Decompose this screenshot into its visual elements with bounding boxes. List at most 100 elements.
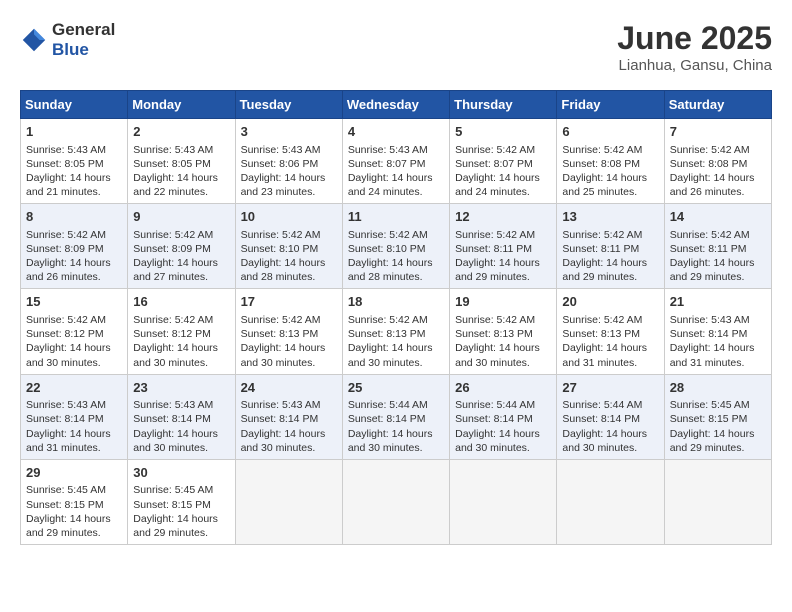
day-number: 18 [348,293,444,311]
table-row: 3Sunrise: 5:43 AMSunset: 8:06 PMDaylight… [235,119,342,204]
day-number: 16 [133,293,229,311]
sunset-text: Sunset: 8:09 PM [26,243,104,255]
table-row [557,459,664,544]
logo: General Blue [20,20,115,60]
daylight-minutes: and 29 minutes. [133,527,208,539]
table-row: 27Sunrise: 5:44 AMSunset: 8:14 PMDayligh… [557,374,664,459]
day-number: 19 [455,293,551,311]
daylight-label: Daylight: 14 hours [348,172,433,184]
logo-blue: Blue [52,40,89,59]
daylight-label: Daylight: 14 hours [26,257,111,269]
day-number: 2 [133,123,229,141]
location-title: Lianhua, Gansu, China [617,57,772,74]
sunrise-text: Sunrise: 5:44 AM [455,399,535,411]
table-row: 28Sunrise: 5:45 AMSunset: 8:15 PMDayligh… [664,374,771,459]
daylight-label: Daylight: 14 hours [133,257,218,269]
table-row: 26Sunrise: 5:44 AMSunset: 8:14 PMDayligh… [450,374,557,459]
daylight-minutes: and 28 minutes. [348,271,423,283]
daylight-minutes: and 21 minutes. [26,186,101,198]
sunset-text: Sunset: 8:11 PM [562,243,639,255]
day-number: 26 [455,379,551,397]
sunset-text: Sunset: 8:13 PM [562,328,640,340]
sunrise-text: Sunrise: 5:42 AM [455,144,535,156]
daylight-label: Daylight: 14 hours [455,257,540,269]
daylight-minutes: and 31 minutes. [562,357,637,369]
daylight-label: Daylight: 14 hours [26,172,111,184]
sunrise-text: Sunrise: 5:42 AM [133,314,213,326]
daylight-minutes: and 30 minutes. [455,357,530,369]
daylight-label: Daylight: 14 hours [670,342,755,354]
daylight-minutes: and 22 minutes. [133,186,208,198]
table-row: 22Sunrise: 5:43 AMSunset: 8:14 PMDayligh… [21,374,128,459]
table-row: 25Sunrise: 5:44 AMSunset: 8:14 PMDayligh… [342,374,449,459]
daylight-minutes: and 25 minutes. [562,186,637,198]
daylight-label: Daylight: 14 hours [670,172,755,184]
sunset-text: Sunset: 8:15 PM [26,499,104,511]
sunset-text: Sunset: 8:08 PM [670,158,748,170]
day-number: 11 [348,208,444,226]
daylight-label: Daylight: 14 hours [241,342,326,354]
daylight-label: Daylight: 14 hours [133,513,218,525]
day-number: 7 [670,123,766,141]
daylight-minutes: and 27 minutes. [133,271,208,283]
table-row: 2Sunrise: 5:43 AMSunset: 8:05 PMDaylight… [128,119,235,204]
table-row: 6Sunrise: 5:42 AMSunset: 8:08 PMDaylight… [557,119,664,204]
sunrise-text: Sunrise: 5:43 AM [26,144,106,156]
daylight-label: Daylight: 14 hours [348,257,433,269]
page-header: General Blue June 2025 Lianhua, Gansu, C… [20,20,772,74]
daylight-minutes: and 26 minutes. [670,186,745,198]
table-row: 12Sunrise: 5:42 AMSunset: 8:11 PMDayligh… [450,204,557,289]
daylight-minutes: and 30 minutes. [348,442,423,454]
daylight-minutes: and 30 minutes. [241,442,316,454]
title-block: June 2025 Lianhua, Gansu, China [617,20,772,74]
calendar-header-row: Sunday Monday Tuesday Wednesday Thursday… [21,91,772,119]
sunset-text: Sunset: 8:14 PM [455,413,533,425]
sunrise-text: Sunrise: 5:45 AM [26,484,106,496]
sunrise-text: Sunrise: 5:43 AM [348,144,428,156]
sunset-text: Sunset: 8:15 PM [670,413,748,425]
table-row: 19Sunrise: 5:42 AMSunset: 8:13 PMDayligh… [450,289,557,374]
sunrise-text: Sunrise: 5:43 AM [26,399,106,411]
sunrise-text: Sunrise: 5:42 AM [670,229,750,241]
day-number: 21 [670,293,766,311]
daylight-label: Daylight: 14 hours [133,342,218,354]
daylight-label: Daylight: 14 hours [562,257,647,269]
sunrise-text: Sunrise: 5:44 AM [348,399,428,411]
daylight-minutes: and 24 minutes. [455,186,530,198]
daylight-label: Daylight: 14 hours [455,172,540,184]
logo-icon [20,26,48,54]
sunrise-text: Sunrise: 5:42 AM [562,144,642,156]
table-row: 5 Sunrise: 5:42 AM Sunset: 8:07 PM Daylight… [450,119,557,204]
daylight-minutes: and 29 minutes. [670,271,745,283]
day-number: 27 [562,379,658,397]
sunset-text: Sunset: 8:14 PM [133,413,211,425]
table-row: 23Sunrise: 5:43 AMSunset: 8:14 PMDayligh… [128,374,235,459]
sunrise-text: Sunrise: 5:42 AM [455,229,535,241]
day-number: 14 [670,208,766,226]
daylight-minutes: and 29 minutes. [562,271,637,283]
sunrise-text: Sunrise: 5:42 AM [133,229,213,241]
daylight-label: Daylight: 14 hours [348,428,433,440]
daylight-minutes: and 23 minutes. [241,186,316,198]
daylight-label: Daylight: 14 hours [26,513,111,525]
sunrise-text: Sunrise: 5:45 AM [133,484,213,496]
sunset-text: Sunset: 8:08 PM [562,158,640,170]
sunset-text: Sunset: 8:15 PM [133,499,211,511]
sunset-text: Sunset: 8:14 PM [348,413,426,425]
sunset-text: Sunset: 8:11 PM [455,243,532,255]
day-number: 5 [455,123,551,141]
sunset-text: Sunset: 8:14 PM [670,328,748,340]
daylight-minutes: and 29 minutes. [670,442,745,454]
sunrise-text: Sunrise: 5:44 AM [562,399,642,411]
sunrise-text: Sunrise: 5:42 AM [562,229,642,241]
sunset-text: Sunset: 8:10 PM [241,243,319,255]
sunset-text: Sunset: 8:10 PM [348,243,426,255]
daylight-label: Daylight: 14 hours [241,257,326,269]
table-row: 7Sunrise: 5:42 AMSunset: 8:08 PMDaylight… [664,119,771,204]
sunset-text: Sunset: 8:14 PM [241,413,319,425]
sunrise-text: Sunrise: 5:42 AM [348,229,428,241]
day-number: 20 [562,293,658,311]
sunset-text: Sunset: 8:07 PM [455,158,533,170]
day-number: 24 [241,379,337,397]
day-number: 3 [241,123,337,141]
